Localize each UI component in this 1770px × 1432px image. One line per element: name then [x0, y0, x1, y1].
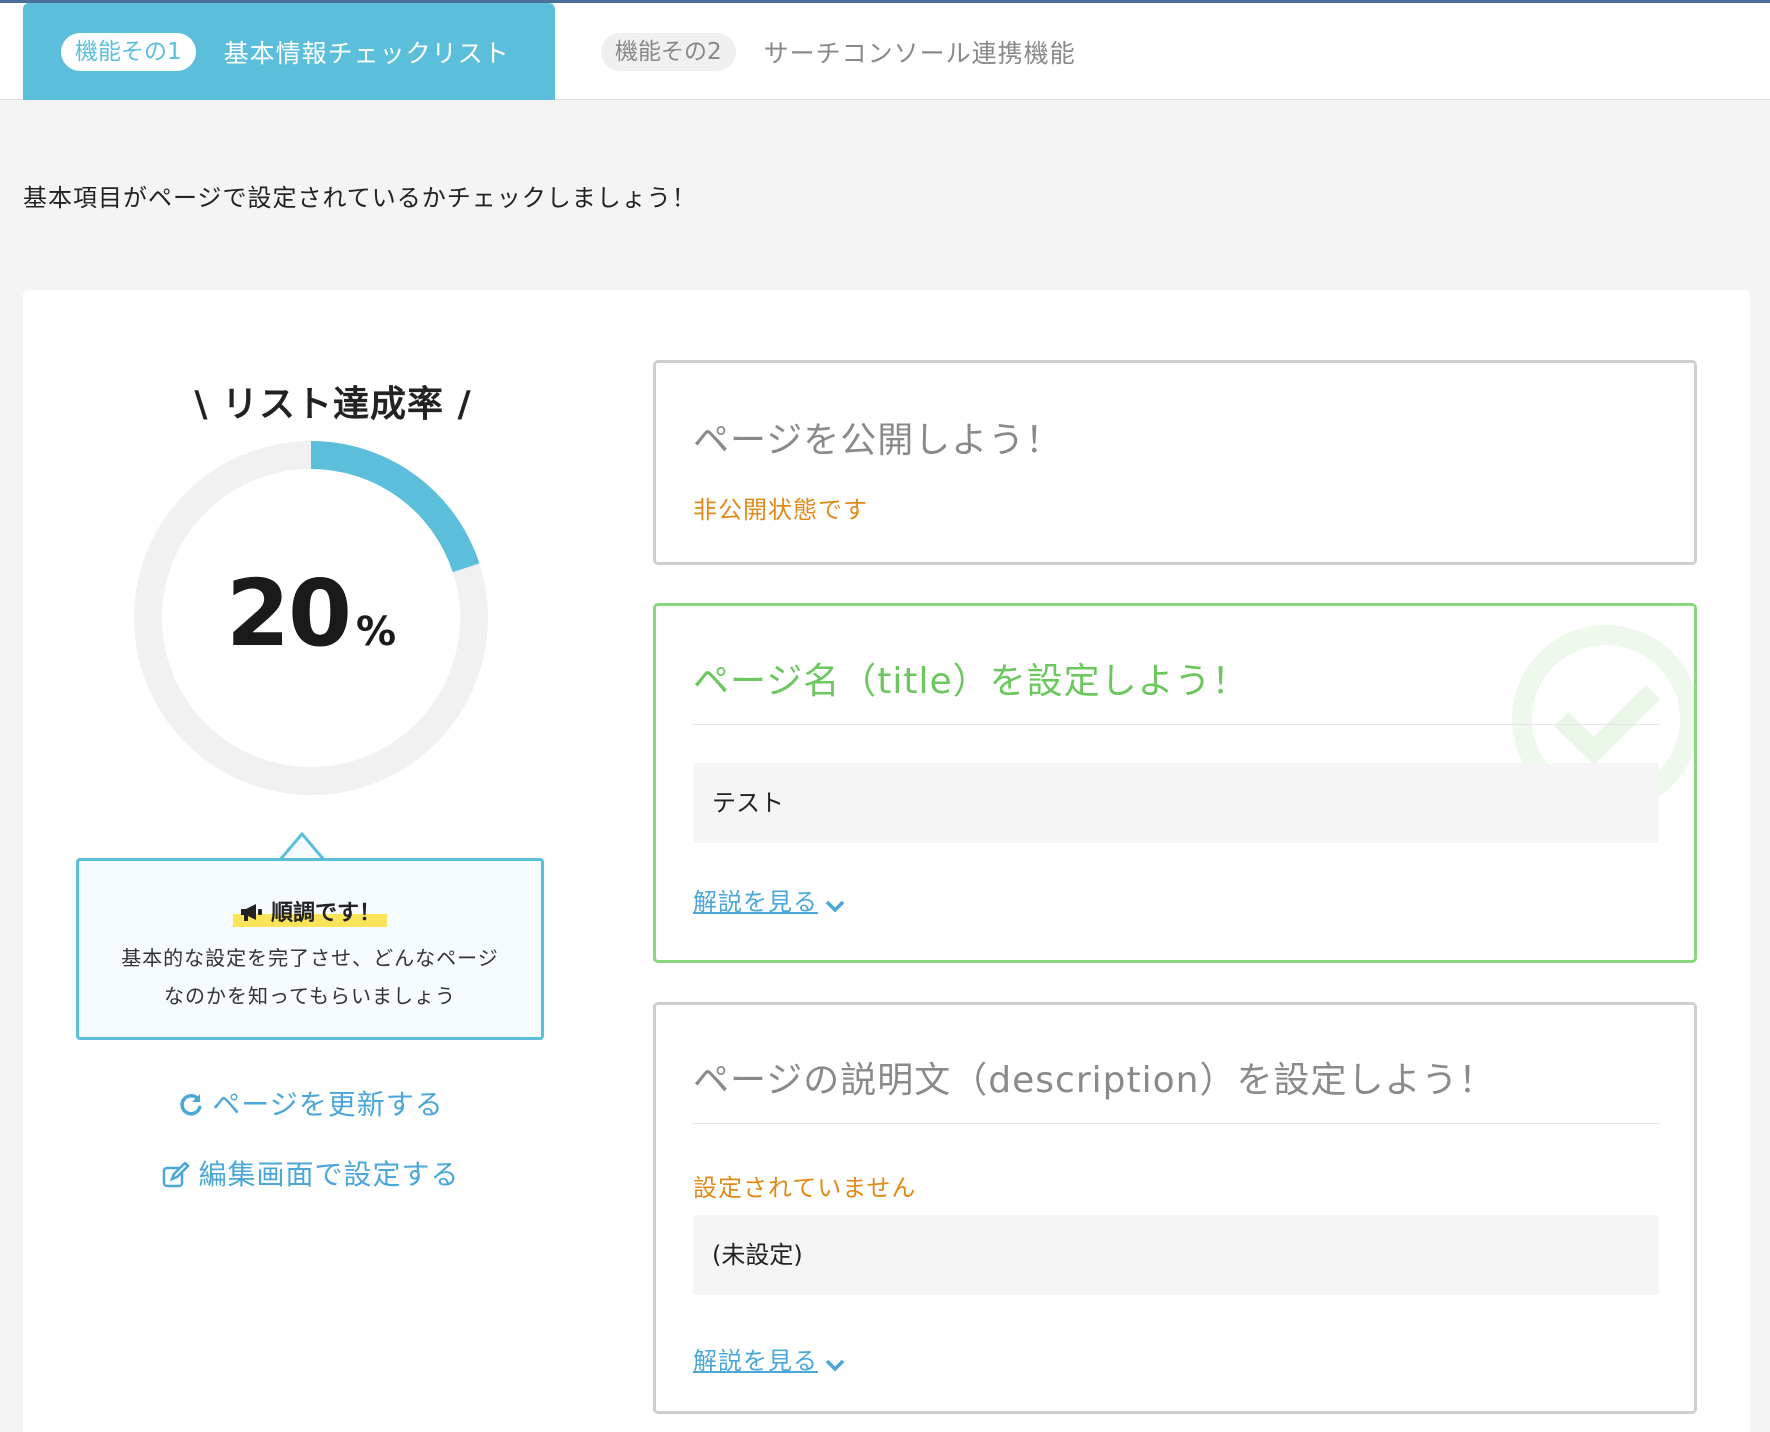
- card-value: (未設定): [693, 1215, 1659, 1295]
- checklist-card-publish: ページを公開しよう！ 非公開状態です: [653, 360, 1697, 565]
- checklist-card-description: ページの説明文（description）を設定しよう！ 設定されていません (未…: [653, 1002, 1697, 1414]
- status-message-heading: 順調です！: [232, 895, 387, 927]
- tab-search-console[interactable]: 機能その2 サーチコンソール連携機能: [563, 3, 1123, 100]
- card-status: 非公開状態です: [693, 496, 868, 524]
- card-divider: [693, 1123, 1659, 1124]
- edit-icon: [163, 1161, 191, 1188]
- card-divider: [693, 724, 1659, 725]
- explanation-label: 解説を見る: [693, 888, 818, 916]
- refresh-page-link[interactable]: ページを更新する: [23, 1083, 599, 1123]
- tab-label: サーチコンソール連携機能: [763, 38, 1076, 68]
- checklist-card-title: ページ名（title）を設定しよう！ テスト 解説を見る: [653, 603, 1697, 963]
- card-title: ページ名（title）を設定しよう！: [693, 661, 1249, 702]
- status-heading-text: 順調です！: [270, 901, 381, 926]
- edit-settings-link[interactable]: 編集画面で設定する: [23, 1153, 599, 1193]
- card-status: 設定されていません: [693, 1174, 917, 1202]
- progress-percentage: 20%: [133, 560, 489, 667]
- show-explanation-link[interactable]: 解説を見る: [693, 1341, 846, 1376]
- status-message-body: 基本的な設定を完了させ、どんなページ なのかを知ってもらいましょう: [79, 939, 541, 1015]
- card-value: テスト: [693, 763, 1659, 843]
- status-message-line: なのかを知ってもらいましょう: [164, 984, 456, 1008]
- show-explanation-link[interactable]: 解説を見る: [693, 882, 846, 917]
- tab-bar: 機能その1 基本情報チェックリスト 機能その2 サーチコンソール連携機能: [0, 3, 1770, 100]
- status-message-box: 順調です！ 基本的な設定を完了させ、どんなページ なのかを知ってもらいましょう: [76, 858, 544, 1040]
- chevron-down-icon: [825, 900, 845, 913]
- checklist-panel: \ リスト達成率 / 20% 順調です！ 基本的な設定を完了させ、どんなページ …: [23, 290, 1750, 1432]
- progress-value: 20: [225, 560, 352, 667]
- tab-feature-pill: 機能その2: [601, 32, 736, 71]
- intro-text: 基本項目がページで設定されているかチェックしましょう！: [23, 184, 697, 212]
- explanation-label: 解説を見る: [693, 1347, 818, 1375]
- edit-label: 編集画面で設定する: [198, 1158, 460, 1191]
- progress-title: \ リスト達成率 /: [194, 384, 472, 425]
- refresh-label: ページを更新する: [212, 1088, 444, 1121]
- status-message-line: 基本的な設定を完了させ、どんなページ: [121, 946, 499, 970]
- card-title: ページを公開しよう！: [693, 420, 1063, 461]
- tab-label: 基本情報チェックリスト: [223, 38, 510, 68]
- chevron-down-icon: [825, 1359, 845, 1372]
- megaphone-icon: [240, 904, 262, 921]
- card-title: ページの説明文（description）を設定しよう！: [693, 1060, 1496, 1101]
- progress-unit: %: [355, 609, 397, 655]
- tab-feature-pill: 機能その1: [61, 32, 196, 71]
- bubble-arrow: [279, 831, 325, 861]
- refresh-icon: [180, 1094, 202, 1116]
- tab-basic-checklist[interactable]: 機能その1 基本情報チェックリスト: [23, 3, 555, 100]
